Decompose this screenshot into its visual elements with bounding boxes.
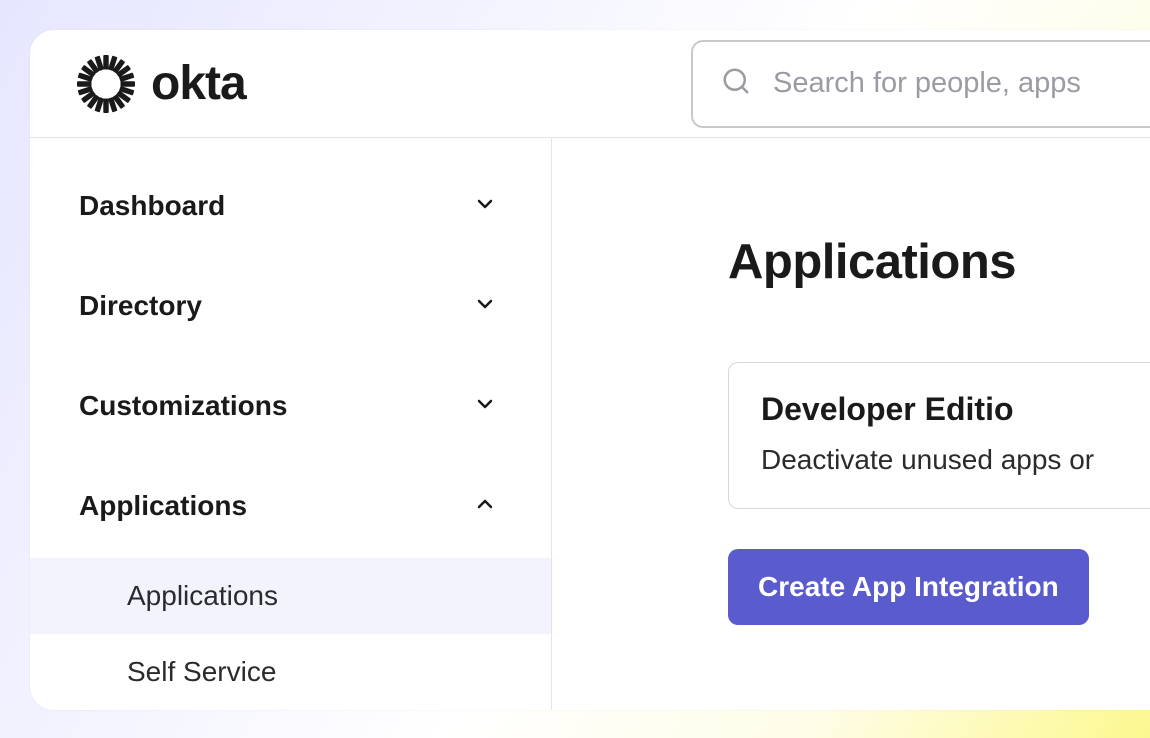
app-window: okta Dashboard Directory (30, 30, 1150, 710)
sidebar-item-label: Customizations (79, 390, 287, 422)
sidebar-subitem-applications[interactable]: Applications (30, 558, 551, 634)
search-field[interactable] (691, 40, 1150, 128)
notice-title: Developer Editio (761, 391, 1150, 428)
brand-logo[interactable]: okta (77, 55, 246, 113)
sidebar-item-directory[interactable]: Directory (30, 268, 551, 344)
chevron-down-icon (473, 392, 497, 421)
sidebar-item-dashboard[interactable]: Dashboard (30, 168, 551, 244)
brand-name: okta (151, 56, 246, 111)
sidebar-item-applications[interactable]: Applications (30, 468, 551, 544)
okta-sun-icon (77, 55, 135, 113)
create-app-integration-button[interactable]: Create App Integration (728, 549, 1089, 625)
body: Dashboard Directory Customizations Appli… (30, 138, 1150, 710)
search-icon (721, 66, 751, 101)
chevron-down-icon (473, 192, 497, 221)
chevron-down-icon (473, 292, 497, 321)
sidebar-item-customizations[interactable]: Customizations (30, 368, 551, 444)
sidebar-subitems-applications: Applications Self Service (30, 544, 551, 710)
notice-body: Deactivate unused apps or (761, 444, 1150, 476)
main-content: Applications Developer Editio Deactivate… (552, 138, 1150, 710)
sidebar-item-label: Dashboard (79, 190, 225, 222)
sidebar: Dashboard Directory Customizations Appli… (30, 138, 552, 710)
sidebar-item-label: Applications (79, 490, 247, 522)
notice-box: Developer Editio Deactivate unused apps … (728, 362, 1150, 509)
sidebar-subitem-self-service[interactable]: Self Service (30, 634, 551, 710)
chevron-up-icon (473, 492, 497, 521)
sidebar-item-label: Directory (79, 290, 202, 322)
page-title: Applications (728, 234, 1150, 290)
search-input[interactable] (773, 67, 1150, 100)
topbar: okta (30, 30, 1150, 138)
